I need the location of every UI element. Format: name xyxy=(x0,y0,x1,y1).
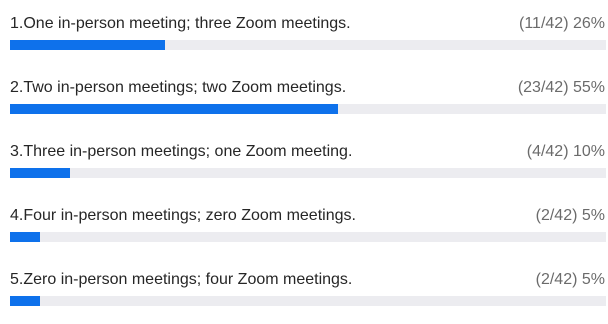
result-bar-fill xyxy=(10,40,165,50)
poll-option-row: 4.Four in-person meetings; zero Zoom mee… xyxy=(10,206,606,226)
result-bar-fill xyxy=(10,168,70,178)
result-bar-track xyxy=(10,232,606,242)
result-bar-track xyxy=(10,104,606,114)
result-bar-track xyxy=(10,168,606,178)
poll-option-label: 1.One in-person meeting; three Zoom meet… xyxy=(10,15,351,32)
result-bar-fill xyxy=(10,104,338,114)
poll-option-label: 5.Zero in-person meetings; four Zoom mee… xyxy=(10,271,353,288)
result-bar-fill xyxy=(10,232,40,242)
poll-option-result: (2/42) 5% xyxy=(535,207,605,224)
poll-option: 3.Three in-person meetings; one Zoom mee… xyxy=(10,128,606,192)
poll-option-label: 2.Two in-person meetings; two Zoom meeti… xyxy=(10,79,347,96)
poll-option-row: 3.Three in-person meetings; one Zoom mee… xyxy=(10,142,606,162)
poll-option-result: (2/42) 5% xyxy=(535,271,605,288)
poll-option-result: (4/42) 10% xyxy=(526,143,605,160)
poll-option-row: 1.One in-person meeting; three Zoom meet… xyxy=(10,14,606,34)
poll-results: 1.One in-person meeting; three Zoom meet… xyxy=(10,0,606,320)
poll-option-row: 2.Two in-person meetings; two Zoom meeti… xyxy=(10,78,606,98)
result-bar-track xyxy=(10,296,606,306)
poll-option: 5.Zero in-person meetings; four Zoom mee… xyxy=(10,256,606,320)
poll-option-result: (23/42) 55% xyxy=(517,79,605,96)
poll-option: 1.One in-person meeting; three Zoom meet… xyxy=(10,0,606,64)
poll-option-label: 4.Four in-person meetings; zero Zoom mee… xyxy=(10,207,356,224)
poll-option-result: (11/42) 26% xyxy=(519,15,605,32)
poll-option: 2.Two in-person meetings; two Zoom meeti… xyxy=(10,64,606,128)
poll-option-label: 3.Three in-person meetings; one Zoom mee… xyxy=(10,143,353,160)
result-bar-track xyxy=(10,40,606,50)
poll-option: 4.Four in-person meetings; zero Zoom mee… xyxy=(10,192,606,256)
result-bar-fill xyxy=(10,296,40,306)
poll-option-row: 5.Zero in-person meetings; four Zoom mee… xyxy=(10,270,606,290)
